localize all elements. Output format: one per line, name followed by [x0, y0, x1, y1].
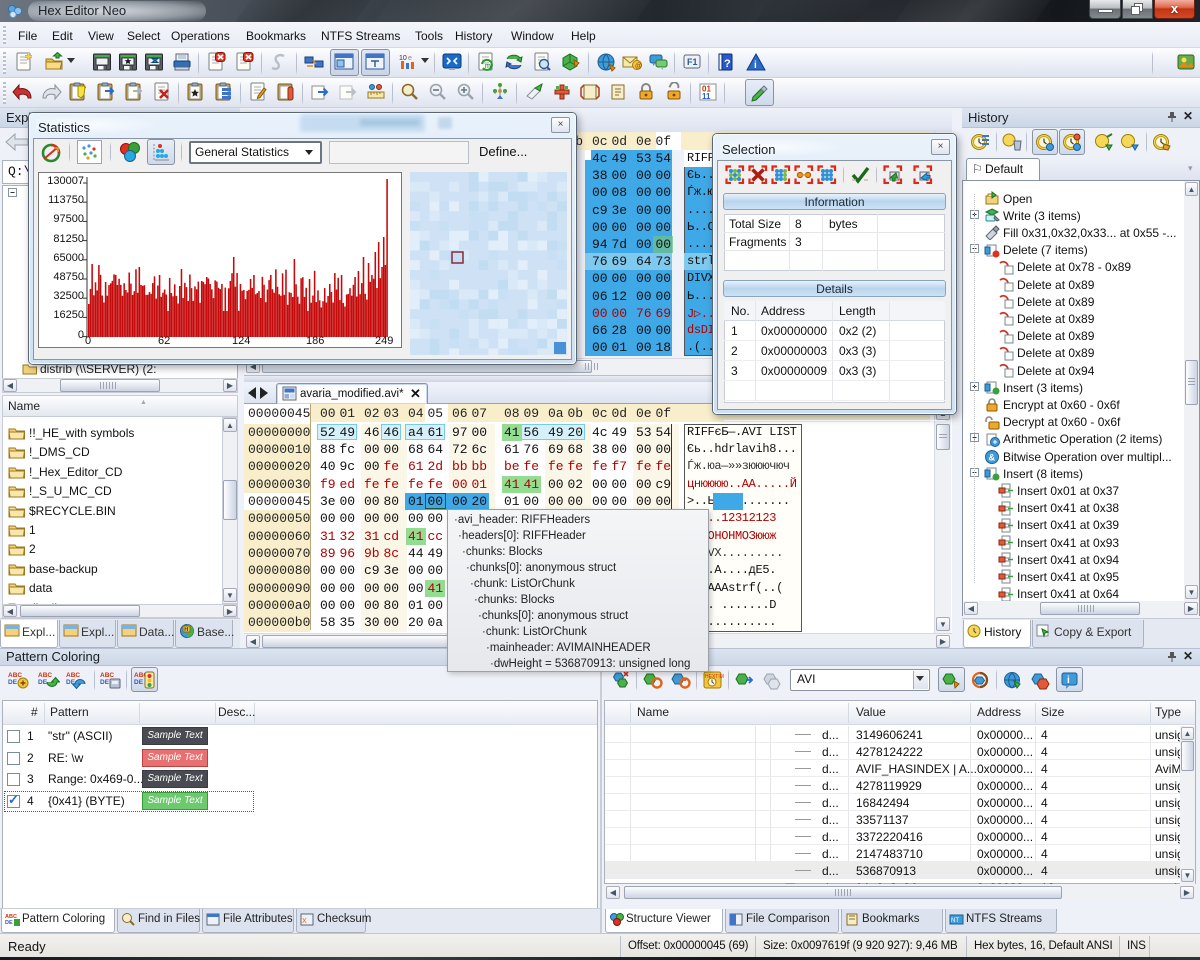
svg-text:X: X: [302, 918, 307, 925]
svg-text:DE: DE: [5, 920, 13, 926]
svg-text:NT: NT: [951, 918, 959, 924]
svg-text:F1: F1: [687, 57, 698, 67]
svg-text:11: 11: [702, 92, 711, 101]
svg-text:DE: DE: [38, 679, 48, 686]
svg-text:e: e: [408, 55, 412, 62]
svg-text:i: i: [754, 60, 757, 71]
svg-text:i: i: [1067, 675, 1070, 686]
svg-text:ABC: ABC: [8, 672, 22, 679]
svg-text:&: &: [989, 453, 996, 463]
svg-text:H: H: [184, 627, 188, 633]
svg-text:DE: DE: [8, 679, 18, 686]
svg-text:ABC: ABC: [100, 672, 114, 679]
svg-text:DE: DE: [100, 679, 110, 686]
svg-text:DE: DE: [134, 679, 144, 686]
svg-text:10: 10: [399, 55, 407, 62]
svg-text:ABC: ABC: [38, 672, 52, 679]
svg-text:m: m: [485, 63, 491, 70]
svg-text:ABC: ABC: [66, 672, 80, 679]
svg-text:?: ?: [724, 58, 731, 70]
svg-text:@: @: [635, 63, 642, 70]
